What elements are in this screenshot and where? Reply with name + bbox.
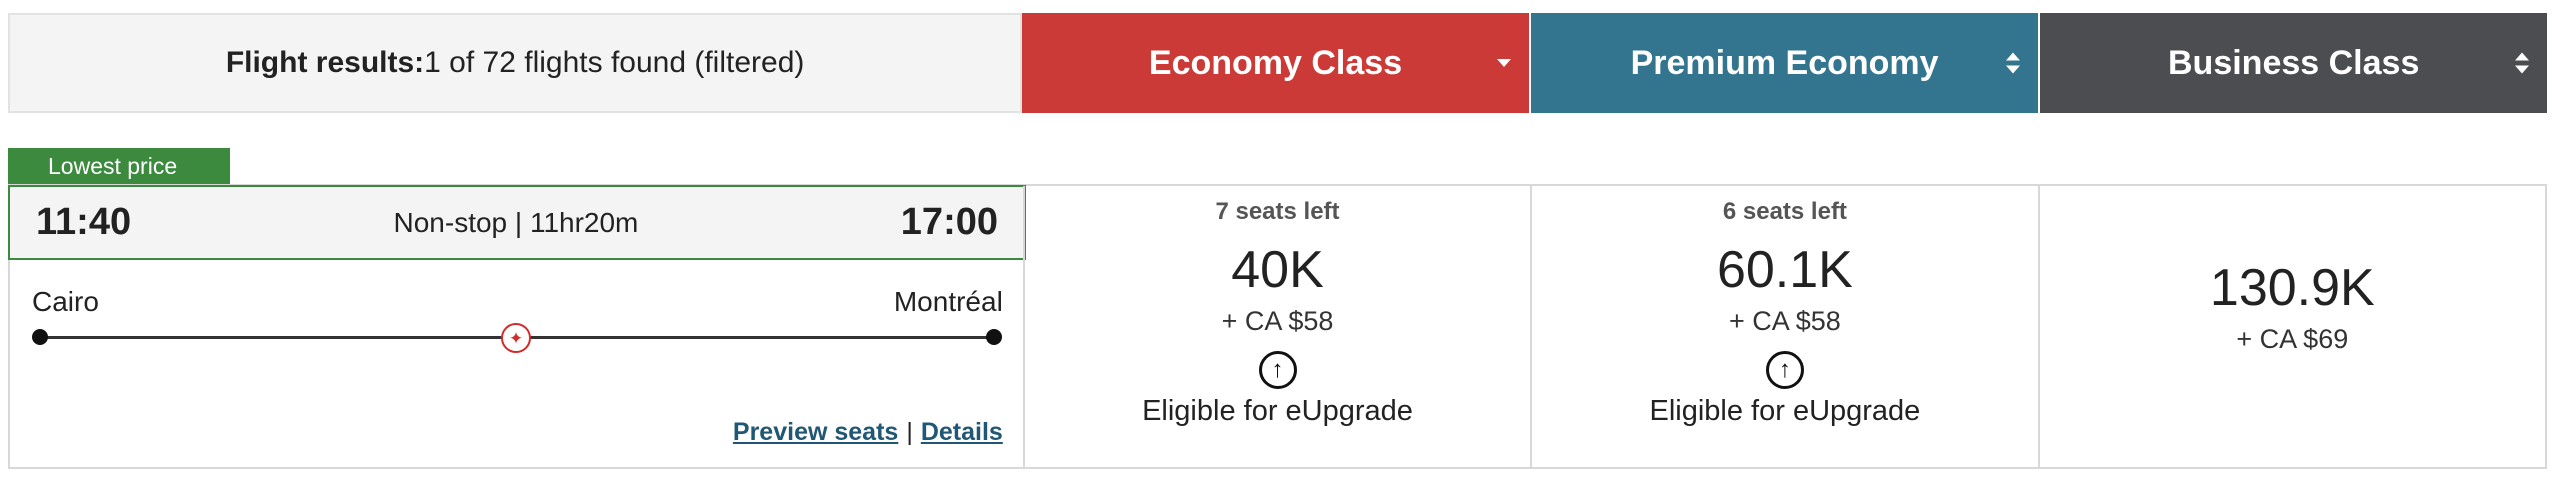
tab-premium-label: Premium Economy (1630, 43, 1939, 82)
flight-result-row: 11:40 Non-stop | 11hr20m 17:00 Cairo Mon… (8, 184, 2547, 469)
flight-links: Preview seats | Details (733, 418, 1003, 447)
fare-cash: + CA $69 (2236, 324, 2349, 354)
fare-economy[interactable]: 7 seats left 40K + CA $58 ↑ Eligible for… (1022, 186, 1530, 467)
fare-points: 130.9K (2209, 259, 2375, 317)
tab-economy-label: Economy Class (1148, 43, 1403, 82)
fare-points: 60.1K (1716, 241, 1853, 299)
tab-economy-class[interactable]: Economy Class (1022, 13, 1529, 113)
destination-dot (986, 329, 1002, 345)
results-label: Flight results: (225, 46, 425, 79)
results-summary: Flight results: 1 of 72 flights found (f… (8, 13, 1023, 113)
fare-cash: + CA $58 (1221, 306, 1334, 336)
time-bar: 11:40 Non-stop | 11hr20m 17:00 (8, 185, 1026, 260)
tab-premium-economy[interactable]: Premium Economy (1530, 13, 2039, 113)
preview-seats-link[interactable]: Preview seats (733, 418, 898, 446)
destination-city: Montréal (893, 286, 1003, 317)
seats-left: 7 seats left (1215, 198, 1340, 225)
sort-icon[interactable] (2006, 52, 2021, 74)
origin-city: Cairo (32, 286, 99, 317)
results-count: 1 of 72 flights found (filtered) (424, 46, 805, 79)
arrival-time: 17:00 (900, 201, 998, 243)
flight-duration: Non-stop | 11hr20m (393, 206, 639, 238)
eupgrade-label: Eligible for eUpgrade (1142, 395, 1413, 427)
link-separator: | (906, 418, 913, 446)
sort-down-icon[interactable] (1496, 59, 1511, 67)
tab-business-label: Business Class (2168, 43, 2420, 82)
seats-left: 6 seats left (1722, 198, 1847, 225)
fare-premium-economy[interactable]: 6 seats left 60.1K + CA $58 ↑ Eligible f… (1530, 186, 2037, 467)
maple-leaf-icon: ✦ (501, 323, 531, 353)
upgrade-arrow-icon: ↑ (1258, 351, 1297, 389)
upgrade-arrow-icon: ↑ (1765, 351, 1804, 389)
fare-business[interactable]: 130.9K + CA $69 (2037, 186, 2545, 467)
lowest-price-badge: Lowest price (8, 148, 230, 199)
departure-time: 11:40 (36, 201, 132, 243)
eupgrade-label: Eligible for eUpgrade (1649, 395, 1921, 427)
fare-points: 40K (1231, 241, 1324, 299)
tab-business-class[interactable]: Business Class (2040, 13, 2547, 113)
origin-dot (32, 329, 48, 345)
sort-icon[interactable] (2514, 52, 2529, 74)
flight-info: 11:40 Non-stop | 11hr20m 17:00 Cairo Mon… (8, 185, 1026, 467)
fare-cash: + CA $58 (1728, 306, 1841, 336)
results-header: Flight results: 1 of 72 flights found (f… (8, 13, 2547, 113)
details-link[interactable]: Details (921, 418, 1003, 446)
